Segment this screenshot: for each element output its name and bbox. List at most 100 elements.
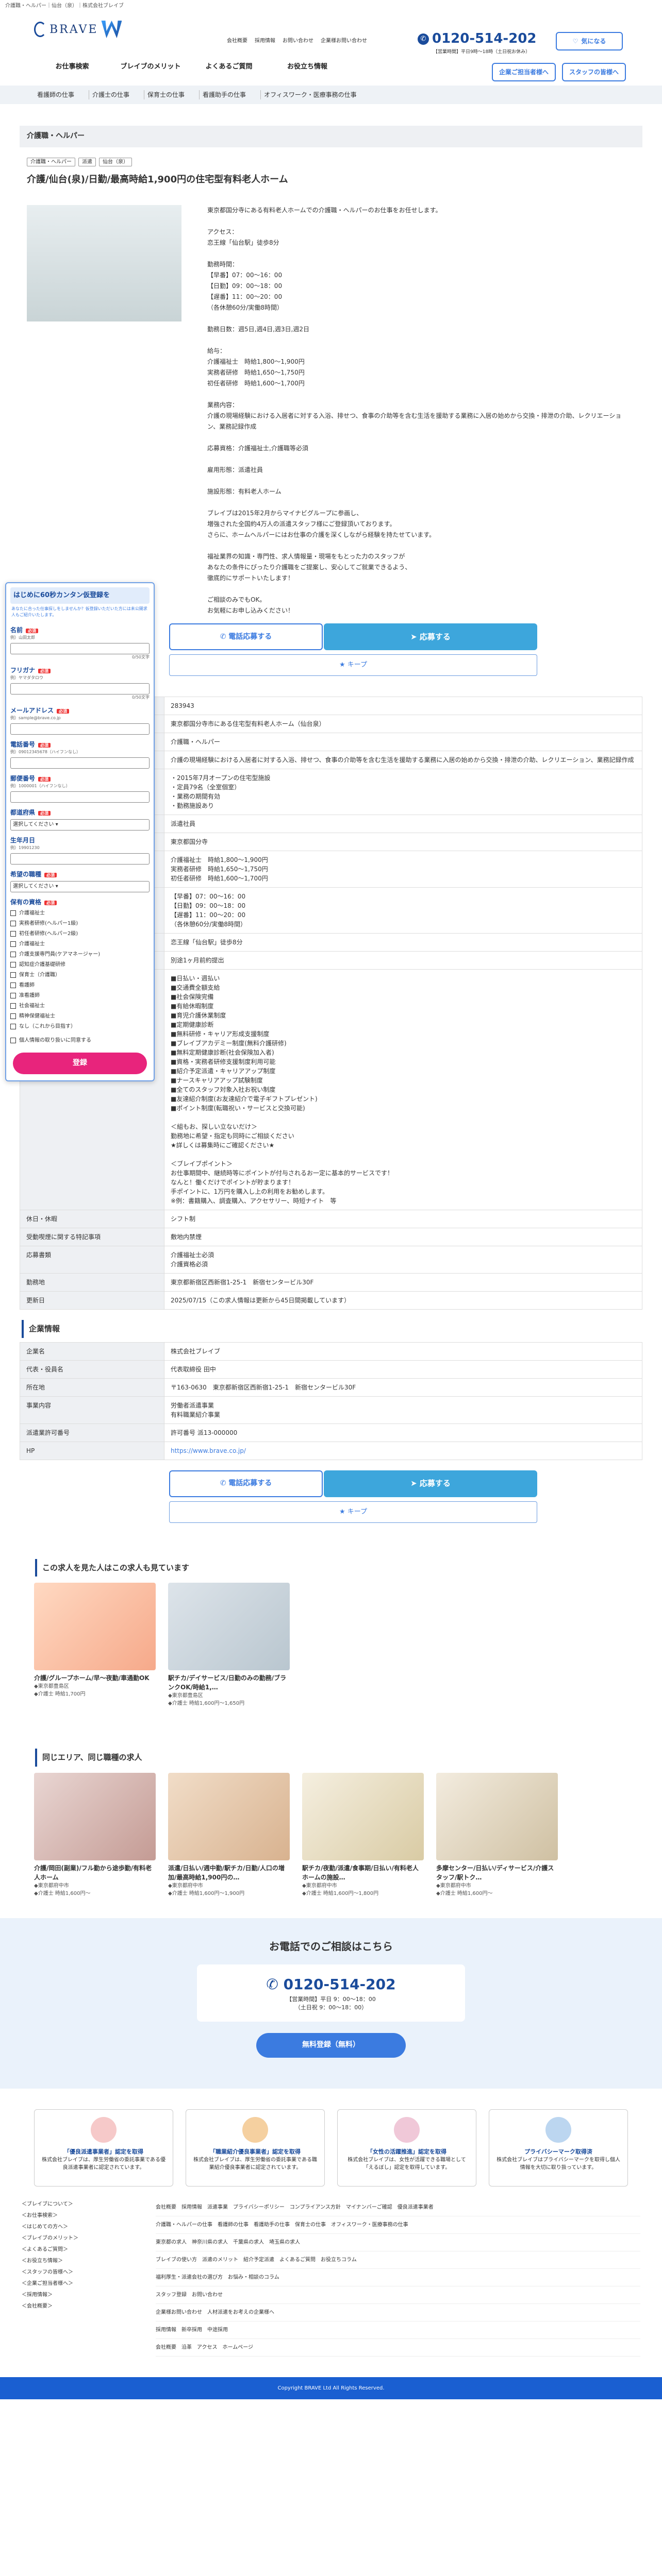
job-card-photo [436,1772,558,1860]
footer-link-row[interactable]: 会社概要 沿革 アクセス ホームページ [156,2339,640,2357]
footer-left-link[interactable]: ＜スタッフの皆様へ＞ [22,2267,156,2278]
job-card-location: ◆東京都府中市 [302,1883,337,1889]
cta-tel[interactable]: ✆ 0120-514-202 [197,1974,465,1995]
field-label-text: 都道府県 [10,808,36,816]
header-link-contact[interactable]: お問い合わせ [283,37,313,45]
qualification-label: 社会福祉士 [19,1003,45,1009]
required-badge: 必須 [44,872,57,877]
qualification-checkbox[interactable]: 介護福祉士 [10,909,150,917]
header-link-recruit[interactable]: 採用情報 [255,37,275,45]
footer-left-link[interactable]: ＜会社概要＞ [22,2301,156,2312]
footer-links: ＜ブレイブについて＞ ＜お仕事検索＞ ＜はじめての方へ＞ ＜ブレイブのメリット＞ ＜よく… [22,2199,640,2357]
consent-checkbox[interactable]: 個人情報の取り扱いに同意する [10,1037,150,1044]
nav-faq[interactable]: よくあるご質問 [190,62,268,72]
footer-link-row[interactable]: 介護職・ヘルパーの仕事 看護師の仕事 看護助手の仕事 保育士の仕事 オフィスワー… [156,2216,640,2234]
checkbox-icon [10,930,16,937]
qualification-checkbox[interactable]: 介護支援専門員(ケアマネージャー) [10,951,150,958]
form-input[interactable] [10,757,150,769]
category-link[interactable]: 保育士の仕事 [144,90,199,99]
footer-link-row[interactable]: 東京都の求人 神奈川県の求人 千葉県の求人 埼玉県の求人 [156,2234,640,2251]
favorite-button[interactable]: ♡ 気になる [556,32,623,50]
qualification-checkbox[interactable]: 認知症介護基礎研修 [10,961,150,969]
apply-button[interactable]: ➤ 応募する [324,623,537,650]
row-value: 介護福祉士 時給1,800～1,900円 実務者研修 時給1,650～1,750… [164,851,642,888]
qualification-checkbox[interactable]: 准看護師 [10,992,150,999]
qualification-checkbox[interactable]: 介護福祉士 [10,940,150,948]
header-link-corporate-contact[interactable]: 企業様お問い合わせ [321,37,367,45]
qualification-checkbox[interactable]: 看護師 [10,981,150,989]
category-link[interactable]: 看護師の仕事 [34,90,89,99]
corporate-button[interactable]: 企業ご担当者様へ [492,63,556,81]
job-card[interactable]: 派遣/日払い/週中勤/駅チカ/日勤/人口の増加/最高時給1,900円の… ◆東京都… [168,1772,290,1897]
footer-link-row[interactable]: 会社概要 採用情報 派遣事業 プライバシーポリシー コンプライアンス方針 マイナ… [156,2199,640,2216]
job-card[interactable]: 多摩センター/日払い/ディサービス/介護スタッフ/駅トク… ◆東京都府中市 ◆介護士… [436,1772,558,1897]
form-input[interactable]: 選択してください ▾ [10,819,150,831]
footer-link-row[interactable]: 採用情報 新卒採用 中途採用 [156,2321,640,2339]
required-badge: 必須 [57,708,70,714]
keep-button-bottom[interactable]: ★ キープ [169,1501,537,1523]
nav-tips[interactable]: お役立ち情報 [268,62,346,72]
form-input[interactable] [10,683,150,694]
certification-mark-icon [394,2116,420,2143]
qualification-checkbox[interactable]: 実務者研修(ヘルパー1級) [10,920,150,927]
cta-register-button[interactable]: 無料登録（無料） [256,2032,406,2058]
footer-left-link[interactable]: ＜お仕事検索＞ [22,2210,156,2222]
category-link[interactable]: 介護士の仕事 [89,90,144,99]
footer-link-row[interactable]: 企業様お問い合わせ 人材派遣をお考えの企業様へ [156,2304,640,2321]
form-input[interactable] [10,791,150,803]
qualification-checkbox[interactable]: 精神保健福祉士 [10,1012,150,1020]
nav-job-search[interactable]: お仕事検索 [33,62,111,72]
form-input[interactable] [10,642,150,654]
job-card-photo [34,1772,156,1860]
main-nav: お仕事検索 ブレイブのメリット よくあるご質問 お役立ち情報 企業ご担当者様へ … [0,52,662,86]
job-card-salary: ◆介護士 時給1,700円 [34,1691,86,1697]
phone-icon: ✆ [220,632,229,641]
badge-desc: 株式会社ブレイブは、厚生労働省の委託事業である職業紹介優良事業者に認定されていま… [193,2157,317,2171]
row-value: 介護福祉士必須 介護資格必須 [164,1246,642,1274]
footer-left-link[interactable]: ＜はじめての方へ＞ [22,2222,156,2233]
row-value: 東京都国分寺 [164,833,642,851]
top-line: 介護職・ヘルパー｜仙台（泉）｜株式会社ブレイブ [5,3,124,9]
keep-button[interactable]: ★ キープ [169,654,537,676]
header-link-company[interactable]: 会社概要 [227,37,247,45]
footer-link-row[interactable]: スタッフ登録 お問い合わせ [156,2286,640,2304]
nav-merit[interactable]: ブレイブのメリット [111,62,190,72]
field-hint: 例）sample@brave.co.jp [10,715,61,720]
apply-button-bottom[interactable]: ➤ 応募する [324,1470,537,1497]
footer-link-row[interactable]: 福利厚生・派遣会社の選び方 お悩み・相談のコラム [156,2269,640,2286]
job-card[interactable]: 駅チカ/デイサービス/日勤のみの勤務/ブランクOK/時給1,… ◆東京都豊島区 ◆介… [168,1583,290,1707]
table-row: 代表・役員名 代表取締役 田中 [20,1360,642,1379]
certification-badge: 「職業紹介優良事業者」認定を取得 株式会社ブレイブは、厚生労働省の委託事業である職… [186,2109,325,2187]
form-input[interactable] [10,723,150,735]
footer-left-link[interactable]: ＜企業ご担当者様へ＞ [22,2278,156,2290]
footer-left-link[interactable]: ＜ブレイブのメリット＞ [22,2233,156,2244]
checkbox-icon [10,972,16,978]
staff-button[interactable]: スタッフの皆様へ [562,63,626,81]
footer-left-link[interactable]: ＜ブレイブについて＞ [22,2199,156,2210]
form-input[interactable]: 選択してください ▾ [10,880,150,892]
nearby-title: 同じエリア、同じ職種の求人 [35,1749,640,1767]
qualification-checkbox[interactable]: なし（これから目指す） [10,1023,150,1030]
qualification-checkbox[interactable]: 社会福祉士 [10,1002,150,1010]
category-link[interactable]: オフィスワーク・医療事務の仕事 [260,90,371,99]
job-card[interactable]: 介護/岡田(副業)/フル勤から途歩勤/有料老人ホーム ◆東京都府中市 ◆介護士 時給… [34,1772,156,1897]
table-row: 所在地 〒163-0630 東京都新宿区西新宿1-25-1 新宿センタービル30F [20,1378,642,1397]
qualification-label: 精神保健福祉士 [19,1013,55,1019]
row-value[interactable]: https://www.brave.co.jp/ [164,1441,642,1460]
category-link[interactable]: 看護助手の仕事 [199,90,260,99]
qualification-checkbox[interactable]: 初任者研修(ヘルパー2級) [10,930,150,938]
field-label: 名前 必須 [10,625,150,635]
footer-left-link[interactable]: ＜採用情報＞ [22,2290,156,2301]
tel-apply-button-bottom[interactable]: ✆ 電話応募する [169,1470,323,1497]
job-card[interactable]: 介護/グループホーム/早～夜勤/車通勤OK ◆東京都豊島区 ◆介護士 時給1,700… [34,1583,156,1707]
checkbox-icon [10,1037,16,1043]
qualification-checkbox[interactable]: 保育士（介護職） [10,971,150,979]
logo[interactable]: BRAVE [34,21,122,38]
tel-apply-button[interactable]: ✆ 電話応募する [169,623,323,650]
footer-link-row[interactable]: ブレイブの使い方 派遣のメリット 紹介予定派遣 よくあるご質問 お役立ちコラム [156,2251,640,2269]
form-input[interactable] [10,853,150,865]
job-card[interactable]: 駅チカ/夜勤/派遣/食事期/日払い/有料老人ホームの施設… ◆東京都府中市 ◆介護士… [302,1772,424,1897]
footer-left-link[interactable]: ＜よくあるご質問＞ [22,2244,156,2256]
register-submit-button[interactable]: 登録 [13,1052,147,1074]
footer-left-link[interactable]: ＜お役立ち情報＞ [22,2256,156,2267]
